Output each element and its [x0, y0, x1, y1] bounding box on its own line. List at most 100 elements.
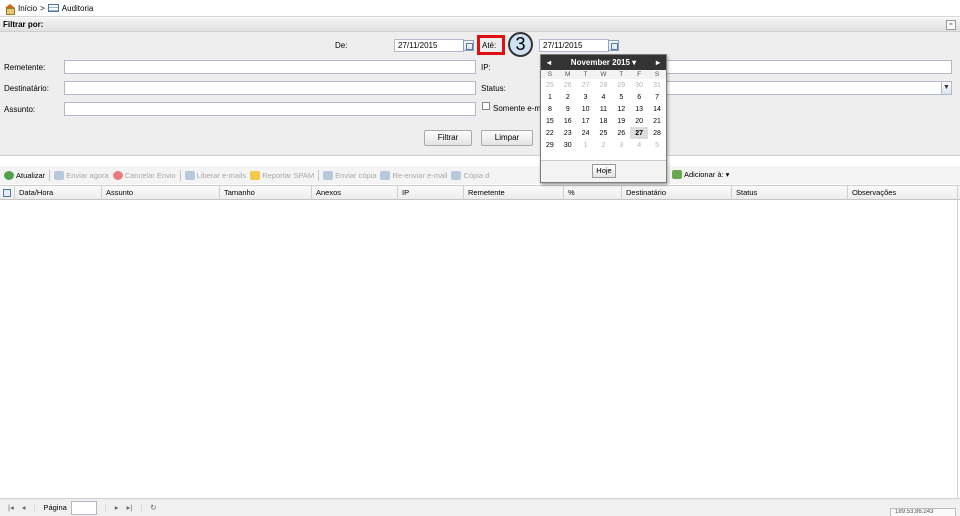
column-header[interactable]: Status — [732, 186, 848, 200]
atualizar-label: Atualizar — [16, 170, 46, 180]
enviar-agora-button[interactable]: Enviar agora — [54, 170, 109, 180]
chevron-down-icon: ▾ — [725, 170, 730, 179]
resend-icon — [380, 170, 391, 180]
de-calendar-icon[interactable] — [463, 40, 474, 51]
calendar-day[interactable]: 21 — [648, 115, 666, 127]
refresh-icon[interactable]: ↻ — [150, 503, 156, 512]
status-select[interactable] — [666, 81, 952, 95]
column-header[interactable]: Assunto — [102, 186, 220, 200]
column-header[interactable]: Anexos — [312, 186, 398, 200]
select-all-column[interactable] — [0, 186, 15, 200]
calendar-day[interactable]: 15 — [541, 115, 559, 127]
de-date-field[interactable]: 27/11/2015 — [394, 39, 464, 52]
last-page-icon[interactable]: ▸| — [127, 503, 133, 512]
calendar-day[interactable]: 17 — [577, 115, 595, 127]
calendar-day[interactable]: 3 — [612, 139, 630, 151]
calendar-day[interactable]: 10 — [577, 103, 595, 115]
calendar-day[interactable]: 22 — [541, 127, 559, 139]
calendar-day[interactable]: 30 — [630, 79, 648, 91]
de-label: De: — [335, 41, 348, 50]
page-input[interactable] — [70, 500, 97, 515]
column-header[interactable]: Data/Hora — [15, 186, 102, 200]
select-all-checkbox[interactable] — [3, 189, 11, 197]
ip-label: IP: — [481, 63, 491, 72]
calendar-day[interactable]: 28 — [595, 79, 613, 91]
calendar-day[interactable]: 31 — [648, 79, 666, 91]
calendar-day[interactable]: 6 — [630, 91, 648, 103]
column-header[interactable]: Destinatário — [622, 186, 732, 200]
calendar-day[interactable]: 29 — [541, 139, 559, 151]
calendar-day[interactable]: 5 — [648, 139, 666, 151]
liberar-emails-button[interactable]: Liberar e-mails — [184, 170, 246, 180]
first-page-icon[interactable]: |◂ — [8, 503, 14, 512]
calendar-day[interactable]: 25 — [541, 79, 559, 91]
calendar-day[interactable]: 30 — [559, 139, 577, 151]
weekday-label: S — [541, 70, 559, 79]
calendar-day[interactable]: 9 — [559, 103, 577, 115]
calendar-day[interactable]: 26 — [612, 127, 630, 139]
prev-month-icon[interactable]: ◂ — [547, 58, 551, 67]
calendar-day[interactable]: 12 — [612, 103, 630, 115]
calendar-day[interactable]: 29 — [612, 79, 630, 91]
calendar-day[interactable]: 14 — [648, 103, 666, 115]
breadcrumb-home[interactable]: Início — [18, 4, 37, 13]
chevron-down-icon[interactable]: ▼ — [941, 82, 951, 94]
calendar-day[interactable]: 18 — [595, 115, 613, 127]
destinatario-input[interactable] — [64, 81, 476, 95]
calendar-day[interactable]: 3 — [577, 91, 595, 103]
copia-button[interactable]: Cópia d — [451, 170, 489, 180]
calendar-day[interactable]: 1 — [541, 91, 559, 103]
calendar-day[interactable]: 20 — [630, 115, 648, 127]
next-month-icon[interactable]: ▸ — [656, 58, 660, 67]
column-header[interactable]: Remetente — [464, 186, 564, 200]
pager-separator: | — [104, 503, 107, 512]
month-selector[interactable]: November 2015 ▾ — [571, 58, 636, 67]
calendar-day[interactable]: 2 — [559, 91, 577, 103]
calendar-day[interactable]: 19 — [612, 115, 630, 127]
date-picker: ◂ November 2015 ▾ ▸ S M T W T F S 25 26 … — [540, 54, 667, 183]
grid-toolbar: Atualizar Enviar agora Cancelar Envio Li… — [0, 166, 960, 184]
next-page-icon[interactable]: ▸ — [115, 503, 119, 512]
calendar-day[interactable]: 24 — [577, 127, 595, 139]
calendar-day[interactable]: 11 — [595, 103, 613, 115]
today-button[interactable]: Hoje — [592, 164, 616, 178]
calendar-day[interactable]: 25 — [595, 127, 613, 139]
atualizar-button[interactable]: Atualizar — [4, 170, 46, 180]
calendar-day[interactable]: 8 — [541, 103, 559, 115]
pager: |◂ ◂ | Página | ▸ ▸| | ↻ — [0, 498, 960, 516]
ate-date-field[interactable]: 27/11/2015 — [539, 39, 609, 52]
adicionar-button[interactable]: Adicionar à: ▾ — [672, 170, 729, 179]
home-icon[interactable] — [4, 3, 15, 15]
calendar-day[interactable]: 13 — [630, 103, 648, 115]
calendar-day[interactable]: 7 — [648, 91, 666, 103]
prev-page-icon[interactable]: ◂ — [22, 503, 26, 512]
calendar-day[interactable]: 4 — [595, 91, 613, 103]
column-header[interactable]: Tamanho — [220, 186, 312, 200]
calendar-day[interactable]: 2 — [595, 139, 613, 151]
column-header[interactable]: Observações — [848, 186, 958, 200]
collapse-icon[interactable]: ≈ — [946, 20, 956, 30]
column-header[interactable]: IP — [398, 186, 464, 200]
filtrar-button[interactable]: Filtrar — [424, 130, 472, 146]
reenviar-email-button[interactable]: Re-enviar e-mail — [380, 170, 447, 180]
column-header[interactable]: % — [564, 186, 622, 200]
somente-checkbox[interactable] — [482, 102, 490, 110]
enviar-copia-button[interactable]: Enviar cópia — [323, 170, 376, 180]
calendar-day[interactable]: 27 — [577, 79, 595, 91]
calendar-day[interactable]: 4 — [630, 139, 648, 151]
remetente-input[interactable] — [64, 60, 476, 74]
reportar-spam-button[interactable]: Reportar SPAM — [250, 170, 314, 180]
calendar-day[interactable]: 23 — [559, 127, 577, 139]
calendar-day[interactable]: 28 — [648, 127, 666, 139]
calendar-day[interactable]: 1 — [577, 139, 595, 151]
cancelar-envio-button[interactable]: Cancelar Envio — [112, 170, 176, 180]
calendar-day[interactable]: 5 — [612, 91, 630, 103]
ate-calendar-icon[interactable] — [608, 40, 619, 51]
calendar-day-selected[interactable]: 27 — [630, 127, 649, 139]
calendar-day[interactable]: 16 — [559, 115, 577, 127]
weekday-label: S — [648, 70, 666, 79]
assunto-input[interactable] — [64, 102, 476, 116]
ip-input[interactable] — [666, 60, 952, 74]
limpar-button[interactable]: Limpar — [481, 130, 533, 146]
calendar-day[interactable]: 26 — [559, 79, 577, 91]
